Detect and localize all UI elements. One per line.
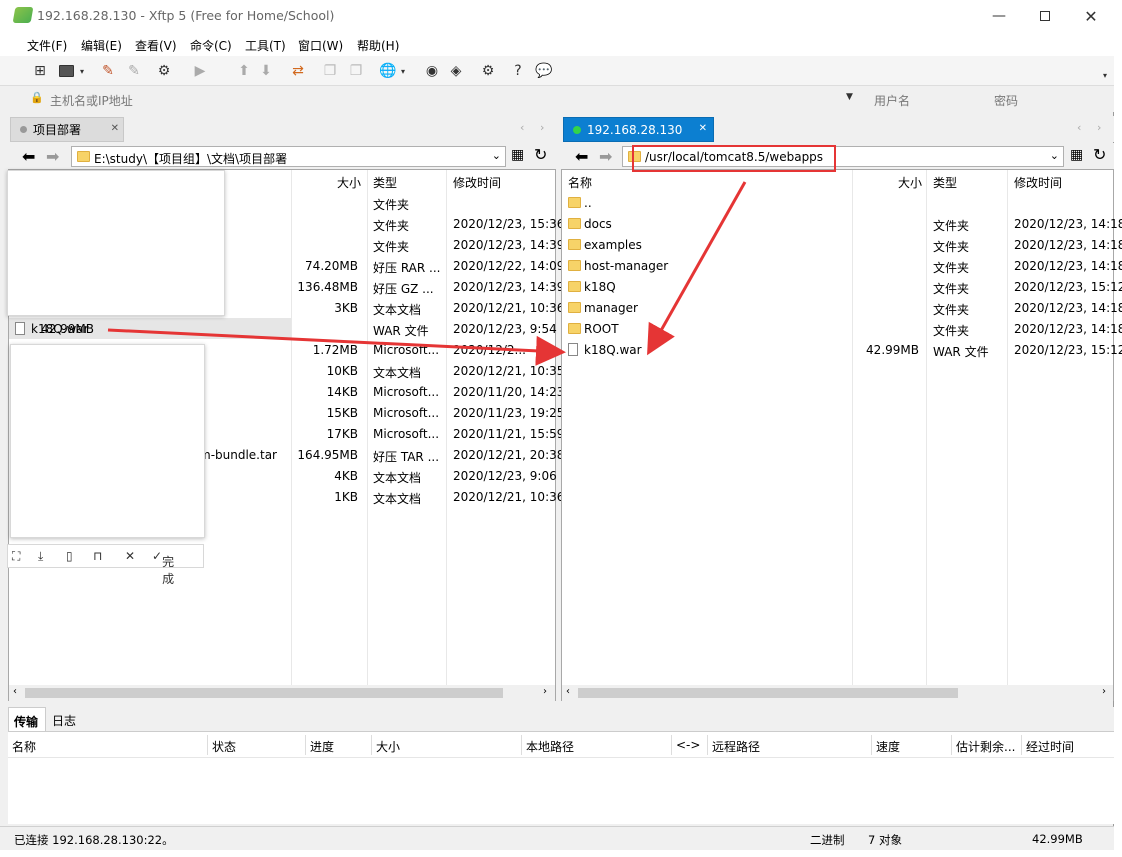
arrow-drag <box>107 328 566 366</box>
annotation-arrows <box>107 181 747 366</box>
arrow-path <box>647 181 747 356</box>
